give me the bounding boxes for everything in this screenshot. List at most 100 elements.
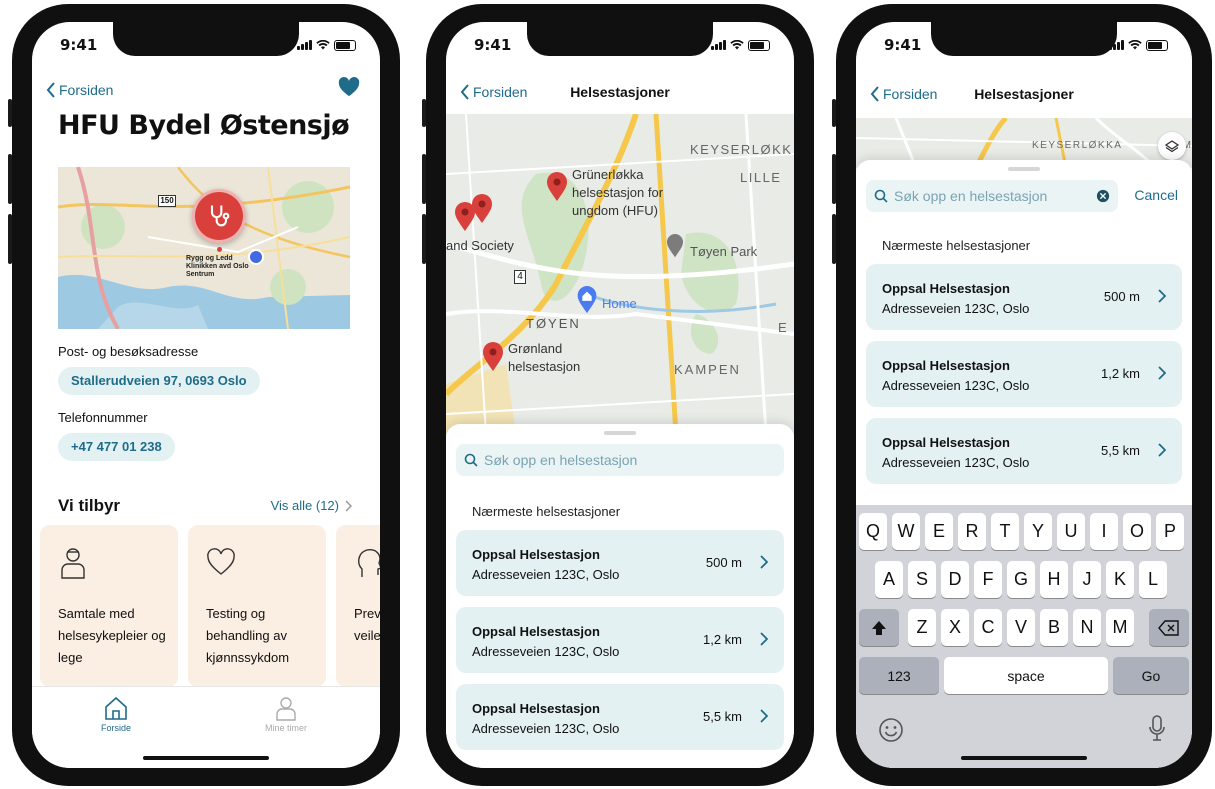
sheet-grabber[interactable]: [1008, 167, 1040, 171]
tab-forside[interactable]: Forside: [76, 695, 156, 733]
key-r[interactable]: R: [958, 513, 986, 550]
map-label-society: and Society: [446, 238, 514, 253]
status-bar: 9:41: [884, 36, 1168, 54]
key-p[interactable]: P: [1156, 513, 1184, 550]
phone-link[interactable]: +47 477 01 238: [58, 433, 175, 461]
map-pin[interactable]: [546, 172, 568, 207]
station-address: Adresseveien 123C, Oslo: [882, 301, 1030, 316]
station-list-item[interactable]: Oppsal Helsestasjon Adresseveien 123C, O…: [866, 418, 1182, 484]
location-map[interactable]: 150 Rygg og Ledd Klinikken avd Oslo Sent…: [58, 167, 350, 329]
screen: 9:41 Forsiden HFU Bydel Østensjø 150 Ryg…: [32, 22, 380, 768]
phone-label: Telefonnummer: [58, 410, 148, 425]
battery-icon: [1146, 39, 1168, 51]
map-pin-park[interactable]: [666, 234, 684, 263]
offer-card[interactable]: Testing og behandling av kjønnssykdom: [188, 525, 326, 687]
back-button[interactable]: Forsiden: [46, 82, 113, 98]
search-field[interactable]: Søk opp en helsestasjon: [456, 444, 784, 476]
address-link[interactable]: Stallerudveien 97, 0693 Oslo: [58, 367, 260, 395]
key-i[interactable]: I: [1090, 513, 1118, 550]
search-field[interactable]: Søk opp en helsestasjon: [866, 180, 1118, 212]
search-icon: [874, 189, 888, 203]
key-f[interactable]: F: [974, 561, 1002, 598]
key-h[interactable]: H: [1040, 561, 1068, 598]
key-c[interactable]: C: [974, 609, 1002, 646]
chevron-right-icon: [760, 632, 768, 646]
station-address: Adresseveien 123C, Oslo: [472, 721, 620, 736]
map-label-keyserlokka: KEYSERLØKKA: [1032, 140, 1123, 151]
status-time: 9:41: [474, 36, 512, 54]
back-label: Forsiden: [59, 82, 114, 98]
go-key[interactable]: Go: [1113, 657, 1189, 694]
station-distance: 1,2 km: [702, 632, 742, 647]
search-icon: [464, 453, 478, 467]
station-address: Adresseveien 123C, Oslo: [472, 567, 620, 582]
key-w[interactable]: W: [892, 513, 920, 550]
home-pin[interactable]: [576, 286, 598, 319]
map-pin[interactable]: [192, 189, 246, 243]
offer-card[interactable]: Prev veile: [336, 525, 380, 687]
station-list-item[interactable]: Oppsal Helsestasjon Adresseveien 123C, O…: [456, 530, 784, 596]
key-n[interactable]: N: [1073, 609, 1101, 646]
see-all-link[interactable]: Vis alle (12): [271, 498, 352, 513]
map-layers-button[interactable]: [1158, 132, 1186, 160]
station-list-item[interactable]: Oppsal Helsestasjon Adresseveien 123C, O…: [456, 684, 784, 750]
cancel-button[interactable]: Cancel: [1134, 187, 1178, 203]
stations-bottom-sheet[interactable]: Søk opp en helsestasjon Nærmeste helsest…: [446, 424, 794, 768]
key-b[interactable]: B: [1040, 609, 1068, 646]
chevron-left-icon: [870, 86, 879, 102]
key-k[interactable]: K: [1106, 561, 1134, 598]
key-y[interactable]: Y: [1024, 513, 1052, 550]
shift-arrow-icon: [872, 620, 886, 635]
key-l[interactable]: L: [1139, 561, 1167, 598]
clear-search-icon[interactable]: [1096, 189, 1110, 203]
tab-mine-timer[interactable]: Mine timer: [246, 695, 326, 733]
key-a[interactable]: A: [875, 561, 903, 598]
signal-icon: [711, 40, 726, 50]
emoji-icon[interactable]: [878, 717, 904, 743]
sheet-grabber[interactable]: [604, 431, 636, 435]
key-o[interactable]: O: [1123, 513, 1151, 550]
wifi-icon: [730, 40, 744, 50]
offer-card-text: Testing og behandling av kjønnssykdom: [206, 606, 290, 665]
map-pin[interactable]: [482, 342, 504, 377]
stations-map[interactable]: KEYSERLØKK LILLE Grünerløkka helsestasjo…: [446, 114, 794, 434]
station-list-item[interactable]: Oppsal Helsestasjon Adresseveien 123C, O…: [866, 264, 1182, 330]
key-g[interactable]: G: [1007, 561, 1035, 598]
key-t[interactable]: T: [991, 513, 1019, 550]
space-key[interactable]: space: [944, 657, 1108, 694]
numbers-key[interactable]: 123: [859, 657, 939, 694]
key-d[interactable]: D: [941, 561, 969, 598]
key-z[interactable]: Z: [908, 609, 936, 646]
offer-card[interactable]: Samtale med helsesykepleier og lege: [40, 525, 178, 687]
key-s[interactable]: S: [908, 561, 936, 598]
station-list-item[interactable]: Oppsal Helsestasjon Adresseveien 123C, O…: [456, 607, 784, 673]
map-pin[interactable]: [471, 194, 493, 229]
key-x[interactable]: X: [941, 609, 969, 646]
wifi-icon: [316, 40, 330, 50]
offers-heading: Vi tilbyr: [58, 496, 121, 515]
key-q[interactable]: Q: [859, 513, 887, 550]
backspace-key[interactable]: [1149, 609, 1189, 646]
tab-label: Mine timer: [264, 723, 307, 733]
nav-bar: Forsiden Helsestasjoner: [446, 74, 794, 110]
map-pin-dot: [217, 247, 222, 252]
signal-icon: [1109, 40, 1124, 50]
nearest-heading: Nærmeste helsestasjoner: [882, 238, 1031, 253]
volume-up-button: [8, 154, 12, 204]
key-v[interactable]: V: [1007, 609, 1035, 646]
key-u[interactable]: U: [1057, 513, 1085, 550]
key-e[interactable]: E: [925, 513, 953, 550]
shift-key[interactable]: [859, 609, 899, 646]
microphone-icon[interactable]: [1148, 715, 1166, 743]
offers-carousel[interactable]: Samtale med helsesykepleier og lege Test…: [40, 525, 380, 687]
phone-frame-map-list: 9:41 Forsiden Helsestasjoner KEYSERLØKK …: [422, 4, 814, 786]
backspace-icon: [1158, 619, 1179, 636]
station-list-item[interactable]: Oppsal Helsestasjon Adresseveien 123C, O…: [866, 341, 1182, 407]
back-button[interactable]: Forsiden: [870, 86, 937, 102]
screen: 9:41 Forsiden Helsestasjoner: [446, 22, 794, 768]
back-button[interactable]: Forsiden: [460, 84, 527, 100]
key-j[interactable]: J: [1073, 561, 1101, 598]
nav-bar: Forsiden: [32, 72, 380, 108]
status-bar: 9:41: [60, 36, 356, 54]
key-m[interactable]: M: [1106, 609, 1134, 646]
